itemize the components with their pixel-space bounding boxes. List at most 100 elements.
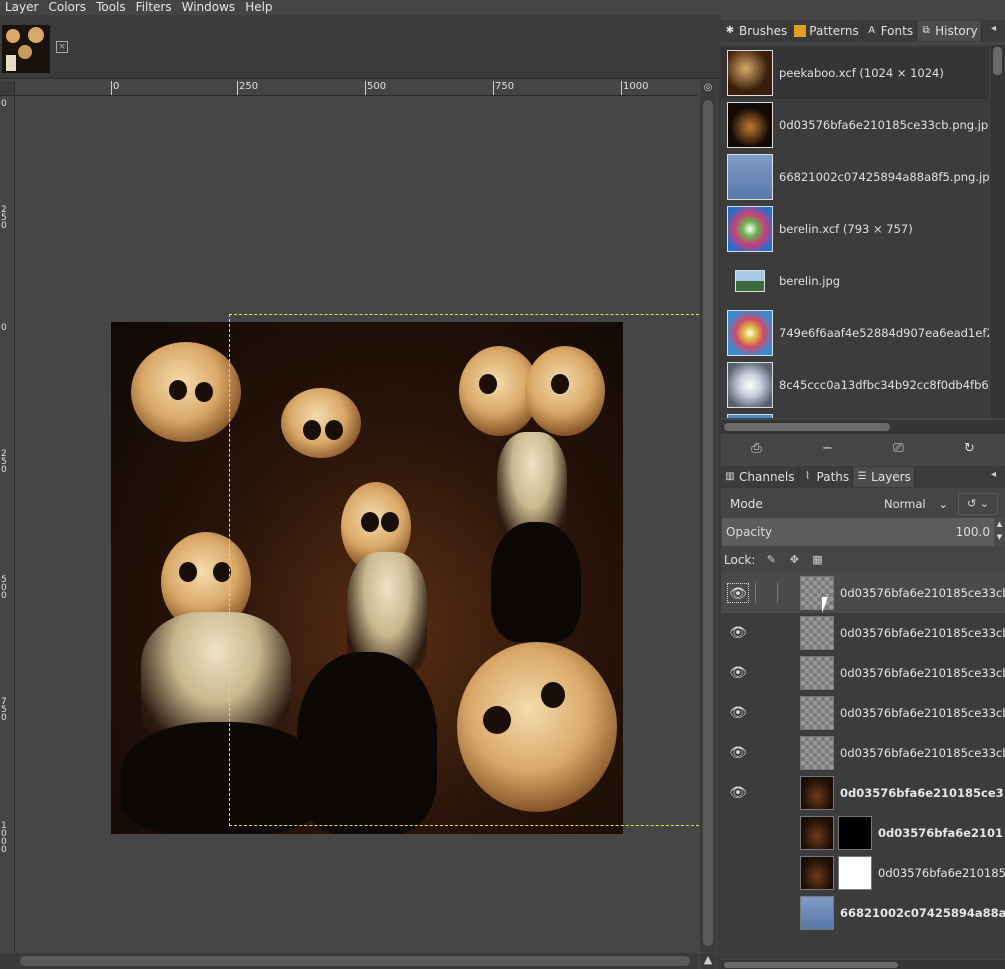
scrollbar-thumb[interactable]	[724, 962, 898, 968]
navigate-icon[interactable]: ◎	[700, 81, 716, 96]
eye-icon[interactable]: 👁	[727, 743, 749, 763]
open-image-icon[interactable]: ⎙	[743, 439, 771, 459]
list-item[interactable]: 66821002c07425894a88a8f5.png.jpg	[721, 151, 989, 203]
list-item[interactable]: berelin.xcf (793 × 757)	[721, 203, 989, 255]
history-thumb	[727, 154, 773, 200]
mode-dropdown[interactable]: Normal ⌄	[880, 493, 952, 515]
layer-row[interactable]: 👁 0d03576bfa6e210185ce33cb.	[721, 733, 1005, 773]
ruler-label: 500	[1, 575, 7, 601]
history-vertical-scrollbar[interactable]	[990, 45, 1005, 418]
scrollbar-thumb[interactable]	[993, 47, 1002, 75]
tab-brushes[interactable]: ✱ Brushes	[721, 21, 792, 41]
dock-menu-icon[interactable]: ◂	[991, 469, 1003, 483]
menu-colors[interactable]: Colors	[43, 0, 91, 15]
layer-row[interactable]: 👁 0d03576bfa6e210185ce33cb.	[721, 693, 1005, 733]
eye-icon[interactable]: 👁	[727, 663, 749, 683]
quick-mask-corner[interactable]	[0, 81, 15, 96]
layer-row[interactable]: 0d03576bfa6e2101	[721, 813, 1005, 853]
layer-mask-thumbnail[interactable]	[838, 816, 872, 850]
ruler-label: 750	[1, 697, 7, 723]
list-item[interactable]: 0d03576bfa6e210185ce33cb.png.jpg	[721, 99, 989, 151]
composite-mode-button[interactable]: ↺ ⌄	[958, 493, 998, 515]
list-item[interactable]: 749e6f6aaf4e52884d907ea6ead1ef2b	[721, 307, 989, 359]
layer-row[interactable]: 👁 0d03576bfa6e210185ce33cb.	[721, 653, 1005, 693]
tab-label: History	[935, 24, 978, 38]
eye-icon[interactable]: 👁	[727, 623, 749, 643]
history-thumb	[727, 414, 773, 418]
mode-value: Normal	[884, 497, 926, 511]
lock-alpha-icon[interactable]: ▦	[810, 553, 824, 567]
close-image-tab-icon[interactable]: ×	[56, 41, 68, 53]
list-item[interactable]: peekaboo.xcf (1024 × 1024)	[721, 47, 989, 99]
layer-thumbnail	[800, 896, 834, 930]
list-item[interactable]: 8c45ccc0a13dfbc34b92cc8f0db4fb6b3	[721, 359, 989, 411]
layer-row[interactable]: 0d03576bfa6e210185c	[721, 853, 1005, 893]
canvas-vertical-scrollbar[interactable]	[700, 96, 716, 952]
scrollbar-thumb[interactable]	[703, 100, 713, 946]
tab-patterns[interactable]: Patterns	[791, 21, 863, 41]
scroll-corner	[0, 953, 16, 969]
document-history-list[interactable]: peekaboo.xcf (1024 × 1024) 0d03576bfa6e2…	[721, 45, 989, 418]
lock-pixels-icon[interactable]: ✎	[764, 553, 778, 567]
history-horizontal-scrollbar[interactable]	[721, 420, 1005, 434]
tab-paths[interactable]: ⌇ Paths	[799, 467, 854, 487]
refresh-icon[interactable]: ↻	[956, 439, 984, 459]
list-item[interactable]	[721, 411, 989, 418]
layer-name: 0d03576bfa6e210185ce33cb.	[840, 746, 1005, 760]
tab-label: Fonts	[880, 24, 914, 38]
vertical-ruler[interactable]: 0 250 0 250 500 750 1000	[0, 96, 15, 952]
tab-layers[interactable]: ☰ Layers	[853, 467, 915, 487]
menu-tools[interactable]: Tools	[91, 0, 131, 15]
ruler-tick	[365, 81, 366, 95]
tab-label: Brushes	[739, 24, 788, 38]
zoom-icon[interactable]: ▲	[700, 953, 716, 969]
channels-icon: ▥	[725, 471, 735, 482]
layer-name: 0d03576bfa6e210185c	[878, 866, 1005, 880]
lock-position-icon[interactable]: ✥	[787, 553, 801, 567]
scrollbar-thumb[interactable]	[20, 956, 690, 966]
layer-row[interactable]: 👁 0d03576bfa6e210185ce33cb.	[721, 573, 1005, 613]
ruler-tick	[111, 81, 112, 95]
image-tab-thumbnail[interactable]	[2, 25, 50, 73]
layer-name: 0d03576bfa6e2101	[878, 826, 1004, 840]
dock-menu-icon[interactable]: ◂	[991, 23, 1003, 37]
menu-help[interactable]: Help	[240, 0, 277, 15]
layer-thumbnail	[800, 616, 834, 650]
image-tabs	[0, 15, 718, 79]
layer-mask-thumbnail[interactable]	[838, 856, 872, 890]
figure-eye	[169, 380, 187, 400]
history-item-name: 8c45ccc0a13dfbc34b92cc8f0db4fb6b3	[779, 378, 989, 392]
ruler-label: 250	[239, 81, 259, 92]
menu-filters[interactable]: Filters	[131, 0, 177, 15]
opacity-stepper[interactable]: ▲ ▼	[994, 518, 1005, 546]
eye-icon[interactable]: 👁	[727, 703, 749, 723]
menubar: Layer Colors Tools Filters Windows Help	[0, 0, 1005, 15]
layer-row[interactable]: 👁 0d03576bfa6e210185ce3	[721, 773, 1005, 813]
horizontal-ruler[interactable]: 0 250 500 750 1000	[15, 81, 698, 96]
layer-row[interactable]: 66821002c07425894a88a	[721, 893, 1005, 933]
history-item-name: 66821002c07425894a88a8f5.png.jpg	[779, 170, 989, 184]
opacity-slider[interactable]: Opacity 100.0	[722, 518, 994, 546]
mode-label: Mode	[730, 497, 763, 511]
eye-icon[interactable]: 👁	[727, 583, 749, 603]
layers-list[interactable]: 👁 0d03576bfa6e210185ce33cb. 👁 0d03576bfa…	[721, 573, 1005, 959]
layer-row[interactable]: 👁 0d03576bfa6e210185ce33cb.	[721, 613, 1005, 653]
chain-toggle[interactable]	[777, 583, 778, 603]
list-item[interactable]: berelin.jpg	[721, 255, 989, 307]
eye-icon[interactable]: 👁	[727, 783, 749, 803]
menu-layer[interactable]: Layer	[0, 0, 43, 15]
remove-entry-icon[interactable]: −	[814, 439, 842, 459]
layers-horizontal-scrollbar[interactable]	[721, 960, 1005, 969]
tab-history[interactable]: ⧉ History	[917, 21, 982, 41]
history-item-name: berelin.xcf (793 × 757)	[779, 222, 913, 236]
canvas-horizontal-scrollbar[interactable]	[16, 953, 698, 969]
tab-label: Layers	[871, 470, 911, 484]
scrollbar-thumb[interactable]	[724, 423, 890, 431]
tab-fonts[interactable]: A Fonts	[863, 21, 918, 41]
tab-channels[interactable]: ▥ Channels	[721, 467, 799, 487]
clear-history-icon[interactable]: ⎚	[885, 439, 913, 459]
image-canvas[interactable]	[16, 96, 699, 952]
chain-toggle[interactable]	[755, 583, 756, 603]
menu-windows[interactable]: Windows	[177, 0, 241, 15]
layer-name: 0d03576bfa6e210185ce3	[840, 786, 1004, 800]
